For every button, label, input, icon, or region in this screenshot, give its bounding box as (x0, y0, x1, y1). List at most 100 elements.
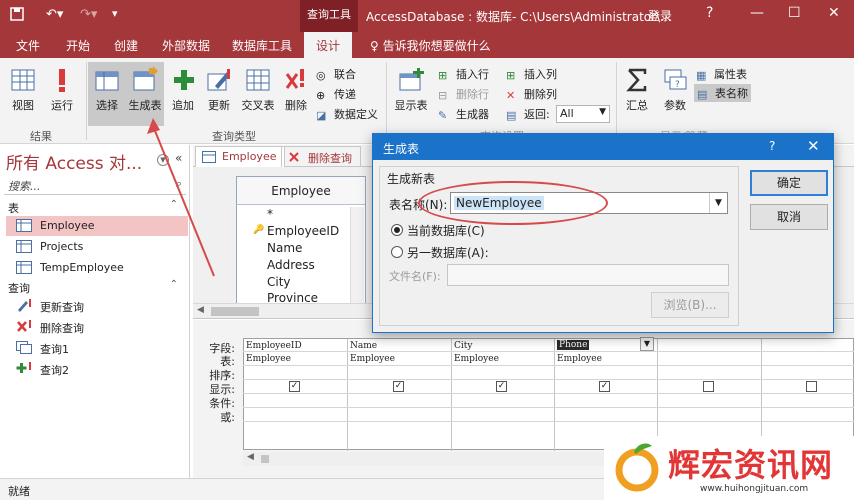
table-icon (202, 151, 216, 163)
nav-item-tempemployee[interactable]: TempEmployee (6, 258, 188, 278)
show-checkbox[interactable] (806, 381, 817, 392)
collapse-pane-icon[interactable]: « (175, 151, 182, 165)
nav-item-projects[interactable]: Projects (6, 237, 188, 257)
tab-database-tools[interactable]: 数据库工具 (232, 37, 292, 54)
chevron-down-icon[interactable]: ▼ (157, 154, 169, 166)
delete-query-button[interactable]: 删除 (282, 66, 310, 113)
other-database-label[interactable]: 另一数据库(A): (407, 244, 489, 261)
insert-row-button[interactable]: ⊞ 插入行 (438, 66, 489, 82)
show-checkbox[interactable]: ✓ (393, 381, 404, 392)
show-checkbox[interactable]: ✓ (496, 381, 507, 392)
restore-icon[interactable]: ☐ (788, 5, 801, 21)
login-link[interactable]: 登录 (648, 7, 672, 24)
other-database-radio[interactable] (391, 246, 403, 258)
update-query-button[interactable]: 更新 (204, 66, 234, 113)
nav-item-query1[interactable]: 查询1 (6, 338, 188, 358)
show-checkbox[interactable]: ✓ (599, 381, 610, 392)
chevron-down-icon[interactable]: ▼ (709, 193, 727, 213)
append-query-button[interactable]: 追加 (170, 66, 196, 113)
close-icon[interactable]: ✕ (828, 5, 840, 21)
nav-item-update-query[interactable]: 更新查询 (6, 296, 188, 316)
nav-search-input[interactable]: 搜索... ⌕ (4, 177, 186, 195)
nav-item-employee[interactable]: Employee (6, 216, 188, 236)
totals-button[interactable]: 汇总 (622, 66, 652, 113)
current-database-label[interactable]: 当前数据库(C) (407, 222, 485, 239)
builder-button[interactable]: ✎ 生成器 (438, 106, 489, 122)
delete-column-button[interactable]: ✕ 删除列 (506, 86, 557, 102)
show-checkbox[interactable] (703, 381, 714, 392)
grid-table-cell[interactable]: Employee (350, 354, 395, 364)
nav-pane-title[interactable]: 所有 Access 对... (6, 149, 142, 174)
show-checkbox[interactable]: ✓ (289, 381, 300, 392)
grid-table-cell[interactable]: Employee (454, 354, 499, 364)
grid-table-cell[interactable]: Employee (557, 354, 602, 364)
scroll-left-icon[interactable]: ◀ (247, 452, 254, 462)
grid-column[interactable] (658, 339, 762, 451)
scrollbar-thumb[interactable] (211, 307, 259, 316)
union-query-button[interactable]: ◎ 联合 (316, 66, 356, 82)
delete-query-icon (289, 152, 299, 162)
tab-create[interactable]: 创建 (114, 37, 138, 54)
help-icon[interactable]: ? (706, 5, 713, 21)
nav-section-tables[interactable]: 表 ⌃ (0, 198, 188, 216)
tab-external-data[interactable]: 外部数据 (162, 37, 210, 54)
insert-column-button[interactable]: ⊞ 插入列 (506, 66, 557, 82)
return-dropdown[interactable]: All ▼ (556, 105, 610, 123)
grid-column[interactable]: City Employee (452, 339, 555, 451)
browse-button[interactable]: 浏览(B)... (651, 292, 729, 318)
field-list-item[interactable]: EmployeeID (267, 224, 339, 238)
table-names-button[interactable]: ▤ 表名称 (694, 84, 751, 102)
help-icon[interactable]: ? (769, 139, 775, 153)
grid-column[interactable] (762, 339, 854, 451)
minimize-icon[interactable]: — (750, 5, 764, 21)
field-list-employee[interactable]: Employee * 🔑 EmployeeID Name Address Cit… (236, 176, 366, 305)
grid-table-cell[interactable]: Employee (246, 354, 291, 364)
property-sheet-button[interactable]: ▦ 属性表 (696, 66, 747, 82)
grid-field-cell-selected[interactable]: Phone (557, 340, 590, 350)
orange-logo-icon (615, 443, 659, 492)
grid-column[interactable]: Phone Employee (555, 339, 658, 451)
tab-home[interactable]: 开始 (66, 37, 90, 54)
doc-tab-employee[interactable]: Employee (195, 146, 286, 167)
show-table-button[interactable]: 显示表 (392, 66, 430, 113)
grid-field-cell[interactable]: City (454, 341, 472, 351)
current-database-radio[interactable] (391, 224, 403, 236)
make-table-button[interactable]: 生成表 (126, 66, 164, 113)
save-icon[interactable] (10, 7, 24, 25)
doc-tab-delete-query[interactable]: 删除查询 (281, 146, 361, 167)
file-name-input[interactable] (447, 264, 729, 286)
passthrough-query-button[interactable]: ⊕ 传递 (316, 86, 356, 102)
run-button[interactable]: 运行 (48, 66, 76, 113)
nav-item-delete-query[interactable]: 删除查询 (6, 317, 188, 337)
close-icon[interactable]: ✕ (807, 137, 820, 155)
tell-me-search[interactable]: ♀ 告诉我你想要做什么 (370, 37, 491, 54)
tab-design[interactable]: 设计 (304, 32, 353, 58)
chevron-down-icon[interactable]: ▼ (640, 337, 654, 351)
cancel-button[interactable]: 取消 (750, 204, 828, 230)
field-list-item[interactable]: City (267, 275, 291, 289)
delete-row-button[interactable]: ⊟ 删除行 (438, 86, 489, 102)
scroll-left-icon[interactable]: ◀ (197, 305, 204, 315)
undo-icon[interactable]: ↶▾ (46, 7, 63, 22)
field-list-item[interactable]: Name (267, 241, 302, 255)
select-query-button[interactable]: 选择 (92, 66, 122, 113)
parameters-button[interactable]: ? 参数 (660, 66, 690, 113)
scrollbar-thumb[interactable] (261, 455, 269, 463)
field-list-item[interactable]: * (267, 207, 273, 221)
field-list-item[interactable]: Address (267, 258, 315, 272)
chevron-up-icon: ⌃ (169, 199, 178, 210)
ok-button[interactable]: 确定 (750, 170, 828, 196)
nav-section-queries[interactable]: 查询 ⌃ (0, 278, 188, 296)
redo-icon[interactable]: ↷▾ (80, 7, 97, 22)
view-button[interactable]: 视图 (8, 66, 38, 113)
tab-file[interactable]: 文件 (16, 37, 40, 54)
customize-toolbar-icon[interactable]: ▾ (112, 7, 118, 20)
grid-column[interactable]: Name Employee (348, 339, 452, 451)
crosstab-query-button[interactable]: 交叉表 (240, 66, 276, 113)
grid-column[interactable]: EmployeeID Employee (244, 339, 348, 451)
nav-item-query2[interactable]: 查询2 (6, 359, 188, 379)
data-definition-button[interactable]: ◪ 数据定义 (316, 106, 378, 122)
field-list-scrollbar[interactable] (350, 207, 364, 303)
grid-field-cell[interactable]: EmployeeID (246, 341, 302, 351)
grid-field-cell[interactable]: Name (350, 341, 377, 351)
